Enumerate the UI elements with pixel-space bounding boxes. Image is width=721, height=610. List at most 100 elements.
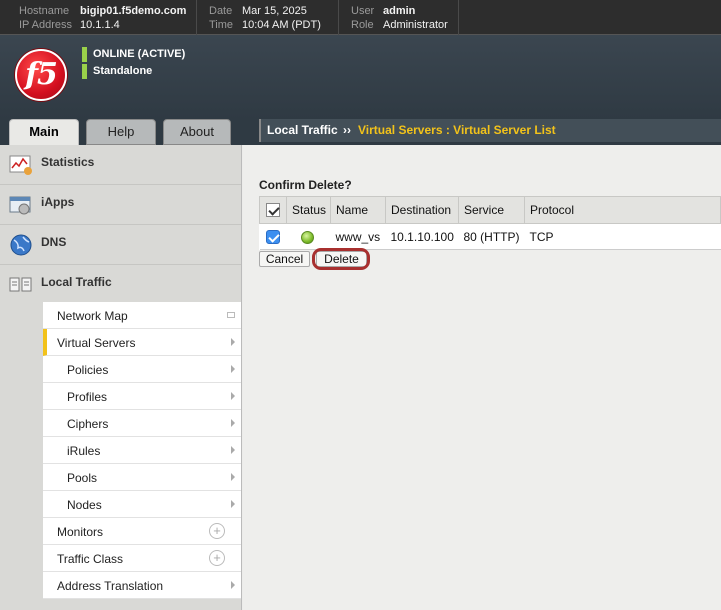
mode-text: Standalone bbox=[93, 65, 153, 77]
time-value: 10:04 AM (PDT) bbox=[242, 19, 321, 31]
sidebar: Statistics iApps DNS Local Traffic Netwo… bbox=[0, 145, 242, 610]
user-label: User bbox=[351, 5, 375, 17]
ip-label: IP Address bbox=[19, 19, 72, 31]
submenu-label: Traffic Class bbox=[57, 552, 124, 566]
chevron-right-icon bbox=[231, 446, 235, 454]
f5-logo[interactable]: f5 bbox=[15, 49, 67, 101]
column-protocol[interactable]: Protocol bbox=[524, 196, 721, 224]
row-checkbox[interactable] bbox=[265, 229, 280, 244]
tab-about[interactable]: About bbox=[163, 119, 231, 145]
sidebar-item-dns[interactable]: DNS bbox=[0, 225, 241, 265]
submenu-network-map[interactable]: Network Map bbox=[43, 302, 241, 329]
role-value: Administrator bbox=[383, 19, 448, 31]
row-select-cell[interactable] bbox=[259, 223, 287, 250]
submenu-label: Profiles bbox=[67, 390, 108, 404]
status-cell bbox=[286, 223, 331, 250]
submenu-monitors[interactable]: Monitors + bbox=[43, 518, 241, 545]
date-value: Mar 15, 2025 bbox=[242, 5, 307, 17]
chevron-right-icon bbox=[231, 338, 235, 346]
submenu-address-translation[interactable]: Address Translation bbox=[43, 572, 241, 599]
cancel-button[interactable]: Cancel bbox=[259, 251, 310, 267]
statistics-icon bbox=[9, 155, 32, 175]
select-all-checkbox[interactable] bbox=[266, 203, 280, 218]
highlight-circle bbox=[312, 248, 370, 270]
submenu-label: Policies bbox=[67, 363, 109, 377]
divider bbox=[458, 0, 459, 35]
system-info-bar: Hostname bigip01.f5demo.com IP Address 10.… bbox=[0, 0, 721, 35]
map-icon bbox=[227, 312, 235, 318]
sidebar-label-local-traffic: Local Traffic bbox=[41, 275, 112, 289]
chevron-right-icon bbox=[231, 365, 235, 373]
destination-cell: 10.1.10.100 bbox=[385, 223, 459, 250]
submenu-policies[interactable]: Policies bbox=[43, 356, 241, 383]
protocol-cell: TCP bbox=[524, 223, 721, 250]
add-icon[interactable]: + bbox=[209, 523, 225, 539]
submenu-virtual-servers[interactable]: Virtual Servers bbox=[43, 329, 241, 356]
status-available-icon bbox=[300, 230, 314, 244]
submenu-profiles[interactable]: Profiles bbox=[43, 383, 241, 410]
column-service[interactable]: Service bbox=[458, 196, 525, 224]
divider bbox=[338, 0, 339, 35]
table-header-row: Status Name Destination Service Protocol bbox=[259, 196, 721, 224]
sidebar-item-local-traffic[interactable]: Local Traffic bbox=[0, 265, 241, 305]
submenu-label: Nodes bbox=[67, 498, 102, 512]
sidebar-item-statistics[interactable]: Statistics bbox=[0, 145, 241, 185]
chevron-right-icon bbox=[231, 500, 235, 508]
add-icon[interactable]: + bbox=[209, 550, 225, 566]
submenu-label: Ciphers bbox=[67, 417, 109, 431]
column-status[interactable]: Status bbox=[286, 196, 331, 224]
select-all-header[interactable] bbox=[259, 196, 287, 224]
column-destination[interactable]: Destination bbox=[385, 196, 459, 224]
tab-help[interactable]: Help bbox=[86, 119, 156, 145]
chevron-right-icon bbox=[231, 392, 235, 400]
header-banner: f5 ONLINE (ACTIVE) Standalone bbox=[0, 35, 721, 119]
submenu-label: iRules bbox=[67, 444, 101, 458]
tab-main[interactable]: Main bbox=[9, 119, 79, 145]
chevron-right-icon bbox=[231, 419, 235, 427]
time-label: Time bbox=[209, 19, 234, 31]
hostname-label: Hostname bbox=[19, 5, 70, 17]
sidebar-label-dns: DNS bbox=[41, 235, 67, 249]
main-content: Confirm Delete? Status Name Destination … bbox=[243, 145, 721, 610]
submenu-pools[interactable]: Pools bbox=[43, 464, 241, 491]
submenu-label: Network Map bbox=[57, 309, 128, 323]
mode-indicator bbox=[82, 64, 87, 79]
submenu-irules[interactable]: iRules bbox=[43, 437, 241, 464]
sidebar-label-statistics: Statistics bbox=[41, 155, 95, 169]
user-info: User admin Role Administrator bbox=[351, 4, 448, 32]
sidebar-item-iapps[interactable]: iApps bbox=[0, 185, 241, 225]
submenu-label: Monitors bbox=[57, 525, 104, 539]
date-label: Date bbox=[209, 5, 233, 17]
breadcrumb: Local Traffic ›› Virtual Servers : Virtu… bbox=[259, 119, 721, 142]
submenu-label: Pools bbox=[67, 471, 98, 485]
status-text: ONLINE (ACTIVE) bbox=[93, 48, 186, 60]
sidebar-label-iapps: iApps bbox=[41, 195, 75, 209]
user-value: admin bbox=[383, 5, 416, 17]
submenu-label: Virtual Servers bbox=[57, 336, 136, 350]
submenu-nodes[interactable]: Nodes bbox=[43, 491, 241, 518]
status-indicator bbox=[82, 47, 87, 62]
breadcrumb-separator: ›› bbox=[343, 123, 351, 137]
submenu-ciphers[interactable]: Ciphers bbox=[43, 410, 241, 437]
chevron-right-icon bbox=[231, 581, 235, 589]
breadcrumb-section[interactable]: Local Traffic bbox=[267, 123, 338, 137]
role-label: Role bbox=[351, 19, 374, 31]
ip-value: 10.1.1.4 bbox=[80, 19, 120, 31]
virtual-server-table: Status Name Destination Service Protocol… bbox=[259, 196, 721, 250]
logo-text: f5 bbox=[25, 57, 58, 92]
iapps-icon bbox=[9, 196, 31, 215]
name-cell: www_vs bbox=[330, 223, 386, 250]
datetime-info: Date Mar 15, 2025 Time 10:04 AM (PDT) bbox=[209, 4, 321, 32]
globe-icon bbox=[10, 234, 32, 256]
host-info: Hostname bigip01.f5demo.com IP Address 10.… bbox=[19, 4, 186, 32]
submenu-label: Address Translation bbox=[57, 579, 164, 593]
column-name[interactable]: Name bbox=[330, 196, 386, 224]
service-cell: 80 (HTTP) bbox=[458, 223, 525, 250]
confirm-delete-title: Confirm Delete? bbox=[259, 178, 352, 192]
submenu-traffic-class[interactable]: Traffic Class + bbox=[43, 545, 241, 572]
local-traffic-icon bbox=[9, 277, 32, 292]
chevron-right-icon bbox=[231, 473, 235, 481]
hostname-value: bigip01.f5demo.com bbox=[80, 5, 187, 17]
table-row: www_vs 10.1.10.100 80 (HTTP) TCP bbox=[259, 223, 721, 250]
divider bbox=[196, 0, 197, 35]
